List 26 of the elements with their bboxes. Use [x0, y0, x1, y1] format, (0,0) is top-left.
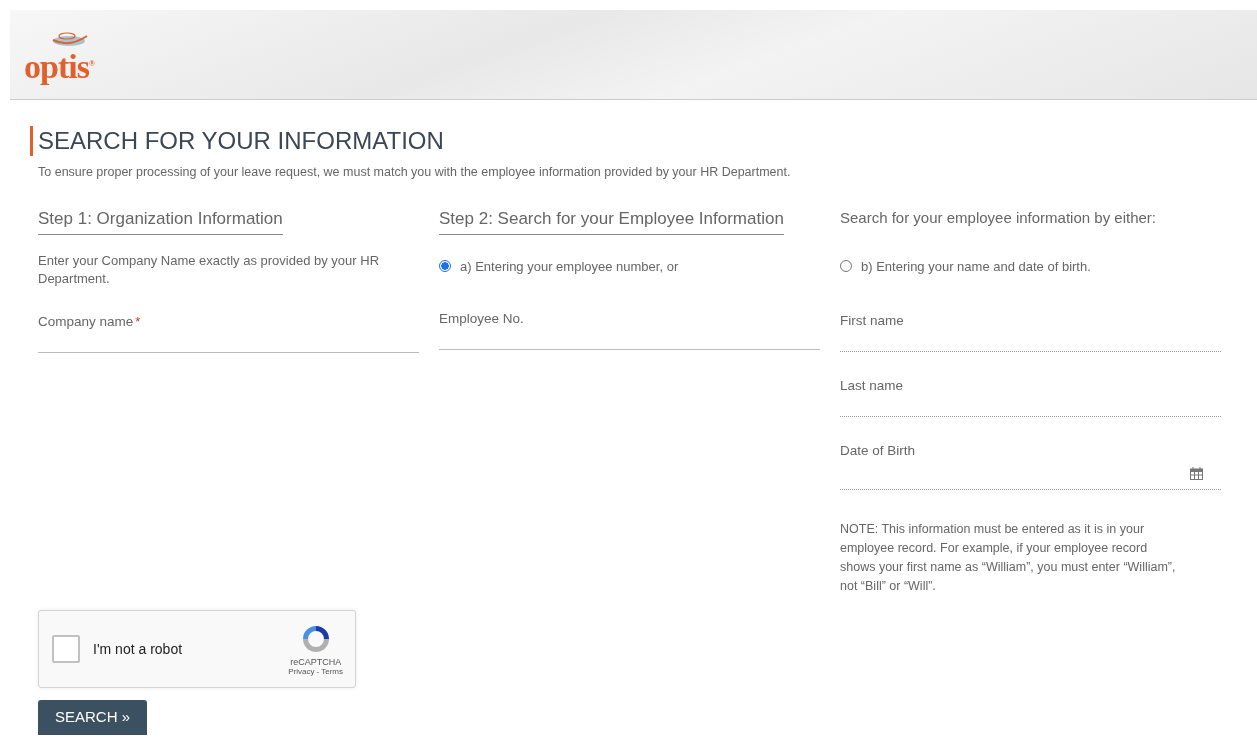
step-heading: Step 1: Organization Information	[38, 209, 283, 235]
note-text: NOTE: This information must be entered as it is in your employee record. For example, if your employee record shows your first name as “William”, you must enter “William”, not “Bill” or “Will”.	[840, 521, 1177, 595]
separator: -	[316, 666, 320, 676]
privacy-link[interactable]: Privacy	[288, 666, 315, 676]
captcha-brand: reCAPTCHA	[290, 656, 342, 667]
field-label: Company name	[38, 314, 134, 329]
logo: optis$^{®}$	[24, 49, 94, 84]
terms-link[interactable]: Terms	[321, 666, 343, 676]
radio-button[interactable]	[439, 260, 451, 272]
field-label: Employee No.	[439, 311, 524, 326]
checkbox-label: I'm not a robot	[93, 641, 183, 657]
field-label: First name	[840, 313, 905, 328]
step-heading: Step 2: Search for your Employee Information	[439, 209, 784, 235]
option-label: a) Entering your employee number, or	[460, 258, 679, 274]
field-label: Date of Birth	[840, 443, 917, 458]
hint-text: Enter your Company Name exactly as provided by your HR Department.	[38, 252, 381, 288]
intro-text: To ensure proper processing of your leave request, we must match you with the employee information provided by your HR Department.	[38, 165, 792, 179]
section-heading: Search for your employee information by either:	[840, 209, 1156, 228]
radio-button[interactable]	[840, 260, 852, 272]
calendar-icon	[1190, 467, 1203, 480]
field-label: Last name	[840, 378, 905, 393]
required-mark: *	[135, 314, 141, 329]
option-label: b) Entering your name and date of birth.	[861, 258, 1091, 274]
page-title: SEARCH FOR YOUR INFORMATION	[30, 126, 1257, 156]
checkbox[interactable]	[52, 635, 80, 663]
search-button[interactable]: SEARCH »	[38, 700, 148, 735]
